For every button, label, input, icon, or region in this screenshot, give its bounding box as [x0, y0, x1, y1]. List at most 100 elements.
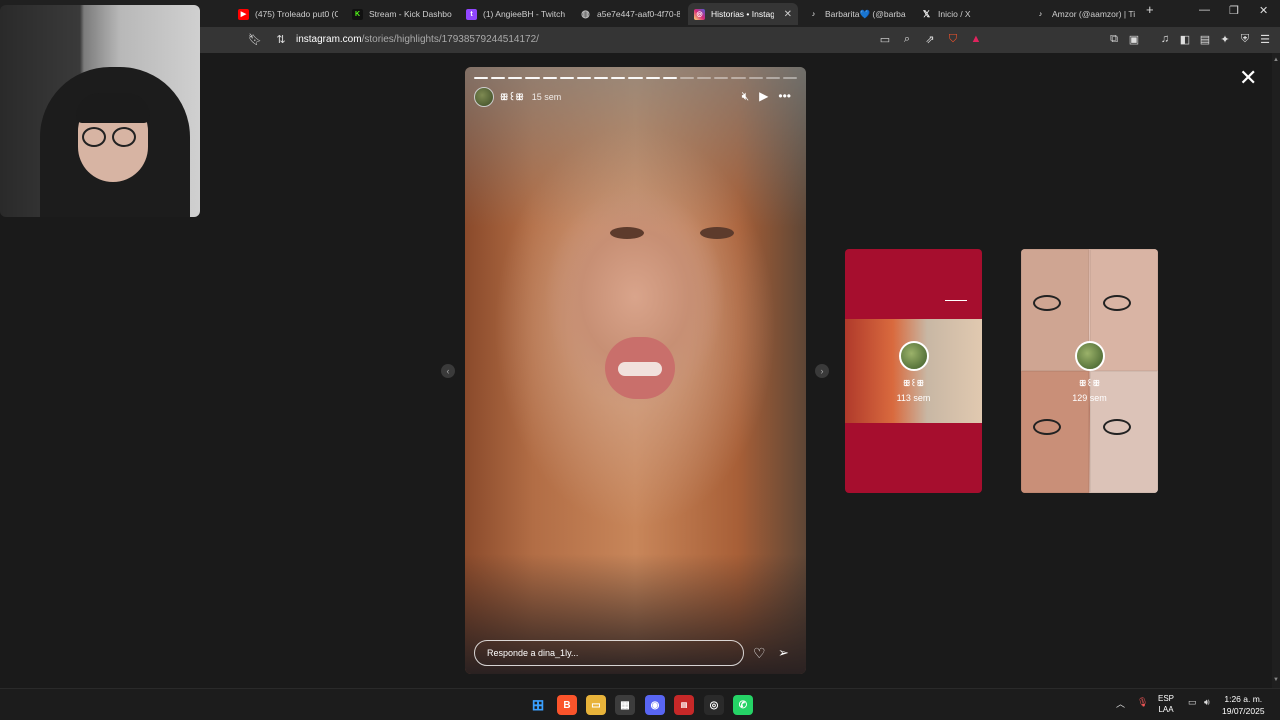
progress-segment	[731, 77, 746, 79]
chevron-left-icon: ‹	[446, 366, 450, 376]
progress-segment	[765, 77, 780, 79]
zoom-icon[interactable]: ⌕	[900, 32, 914, 46]
story-photo-eye	[610, 227, 644, 239]
card-time: 129 sem	[1072, 393, 1107, 403]
mixer-app-icon[interactable]: ▤	[674, 695, 694, 715]
language-indicator[interactable]: ESP LAA	[1158, 693, 1174, 715]
progress-segment	[491, 77, 506, 79]
keyboard-layout: LAA	[1158, 705, 1174, 714]
card-time: 113 sem	[896, 393, 931, 403]
tiktok-icon: ♪	[811, 10, 816, 18]
like-heart-icon[interactable]: ♡	[753, 645, 766, 662]
story-username[interactable]: ꕥ꒰ꕥ	[500, 91, 524, 103]
extensions-icon[interactable]: ⧉	[1107, 32, 1121, 46]
sidebar-icon[interactable]: ◧	[1178, 32, 1192, 46]
reply-input[interactable]: Responde a dina_1ly...	[474, 640, 744, 666]
obs-icon[interactable]: ◎	[704, 695, 724, 715]
windows-start-icon[interactable]: ⊞	[528, 695, 548, 715]
site-settings-icon[interactable]: ⇅	[274, 32, 288, 46]
address-bar[interactable]: instagram.com/stories/highlights/1793857…	[296, 34, 539, 45]
wallet2-icon[interactable]: ▤	[1198, 32, 1212, 46]
close-viewer-icon[interactable]: ✕	[1239, 65, 1257, 91]
story-time: 15 sem	[531, 92, 562, 102]
close-tab-icon[interactable]: ✕	[784, 9, 792, 20]
tab-tiktok-amzor[interactable]: ♪ Amzor (@aamzor) | Ti	[1035, 3, 1135, 25]
leo-ai-icon[interactable]: ✦	[1218, 32, 1232, 46]
brave-icon[interactable]: B	[557, 695, 577, 715]
card-glasses	[1033, 419, 1061, 435]
tab-kick[interactable]: K Stream - Kick Dashboa	[352, 3, 452, 25]
card-username: ꕥ꒰ꕥ	[902, 379, 925, 388]
story-viewer[interactable]: ꕥ꒰ꕥ 15 sem 🔇︎ ▶ ••• Responde a dina_1ly.…	[465, 67, 806, 674]
wallet-icon[interactable]: ▣	[1127, 32, 1141, 46]
tab-title: (1) AngieeBH - Twitch	[483, 9, 566, 19]
play-icon[interactable]: ▶	[759, 89, 768, 104]
menu-icon[interactable]: ☰	[1258, 32, 1272, 46]
brave-shields-icon[interactable]: ⛉	[946, 32, 960, 46]
scroll-down-icon[interactable]: ▼	[1273, 677, 1279, 683]
clock-date: 19/07/2025	[1222, 706, 1265, 716]
story-avatar[interactable]	[474, 87, 494, 107]
card-avatar	[899, 341, 929, 371]
system-clock[interactable]: 1:26 a. m. 19/07/2025	[1222, 693, 1265, 717]
story-preview-card[interactable]: ꕥ꒰ꕥ 129 sem	[1021, 249, 1158, 493]
next-story-button[interactable]: ›	[815, 364, 829, 378]
progress-segment	[525, 77, 540, 79]
reply-placeholder: Responde a dina_1ly...	[487, 648, 579, 658]
volume-icon[interactable]: 🔊︎	[1204, 697, 1210, 708]
progress-segment	[576, 77, 592, 79]
progress-segment	[697, 77, 712, 79]
more-options-icon[interactable]: •••	[778, 89, 791, 104]
tab-youtube[interactable]: ▶ (475) Troleado put0 (C	[238, 3, 338, 25]
tiktok-icon: ♪	[1038, 10, 1043, 18]
send-icon[interactable]: ➢	[778, 645, 789, 661]
network-icon[interactable]: ▭	[1188, 697, 1197, 708]
card-avatar	[1075, 341, 1105, 371]
bookmark-icon[interactable]: 🔖︎	[248, 32, 262, 46]
story-photo-teeth	[618, 362, 662, 376]
mute-icon[interactable]: 🔇︎	[742, 89, 750, 104]
tab-tiktok-barbarita[interactable]: ♪ Barbarita💙 (@barba	[808, 3, 908, 25]
tab-uuid[interactable]: ◍ a5e7e447-aaf0-4f70-8	[580, 3, 680, 25]
prev-story-button[interactable]: ‹	[441, 364, 455, 378]
lang-code: ESP	[1158, 694, 1175, 703]
webcam-glasses-right	[112, 127, 136, 147]
twitch-icon: t	[466, 8, 477, 20]
tab-title: Inicio / X	[938, 9, 971, 19]
progress-segment	[474, 77, 489, 79]
tab-x[interactable]: 𝕏 Inicio / X	[921, 3, 1021, 25]
tab-title: Historias • Instagr	[711, 9, 774, 19]
whatsapp-icon[interactable]: ✆	[733, 695, 753, 715]
discord-icon[interactable]: ◉	[645, 695, 665, 715]
vpn-icon[interactable]: ⛨	[1238, 32, 1252, 46]
minimize-icon[interactable]: —	[1199, 4, 1210, 16]
scroll-up-icon[interactable]: ▲	[1273, 57, 1279, 63]
progress-segment	[594, 77, 609, 79]
cast-icon[interactable]: ▭	[878, 32, 892, 46]
share-icon[interactable]: ⇗	[923, 32, 937, 46]
window-close-icon[interactable]: ✕	[1259, 4, 1268, 17]
url-host: instagram.com	[296, 34, 362, 45]
microphone-icon[interactable]: 🎙︎	[1137, 697, 1148, 708]
tab-instagram[interactable]: ◎ Historias • Instagr ✕	[688, 3, 798, 25]
tab-twitch[interactable]: t (1) AngieeBH - Twitch	[466, 3, 566, 25]
store-icon[interactable]: ▦	[615, 695, 635, 715]
scrollbar[interactable]: ▲ ▼	[1272, 53, 1280, 688]
card-glasses	[1103, 419, 1131, 435]
instagram-icon: ◎	[694, 8, 705, 20]
card-glasses	[1103, 295, 1131, 311]
card-divider	[945, 300, 967, 301]
webcam-glasses-left	[82, 127, 106, 147]
x-icon: 𝕏	[922, 8, 931, 19]
tab-title: Barbarita💙 (@barba	[825, 8, 906, 19]
progress-segment	[542, 77, 557, 79]
new-tab-icon[interactable]: +	[1146, 2, 1154, 17]
tab-title: Stream - Kick Dashboa	[369, 9, 452, 19]
file-explorer-icon[interactable]: ▭	[586, 695, 606, 715]
story-preview-card[interactable]: ꕥ꒰ꕥ 113 sem	[845, 249, 982, 493]
media-icon[interactable]: ♫	[1158, 32, 1172, 46]
progress-segment	[748, 77, 763, 79]
restore-icon[interactable]: ❐	[1229, 4, 1239, 17]
brave-rewards-icon[interactable]: ▲	[969, 32, 983, 46]
tray-expand-icon[interactable]: ︿	[1116, 697, 1125, 710]
